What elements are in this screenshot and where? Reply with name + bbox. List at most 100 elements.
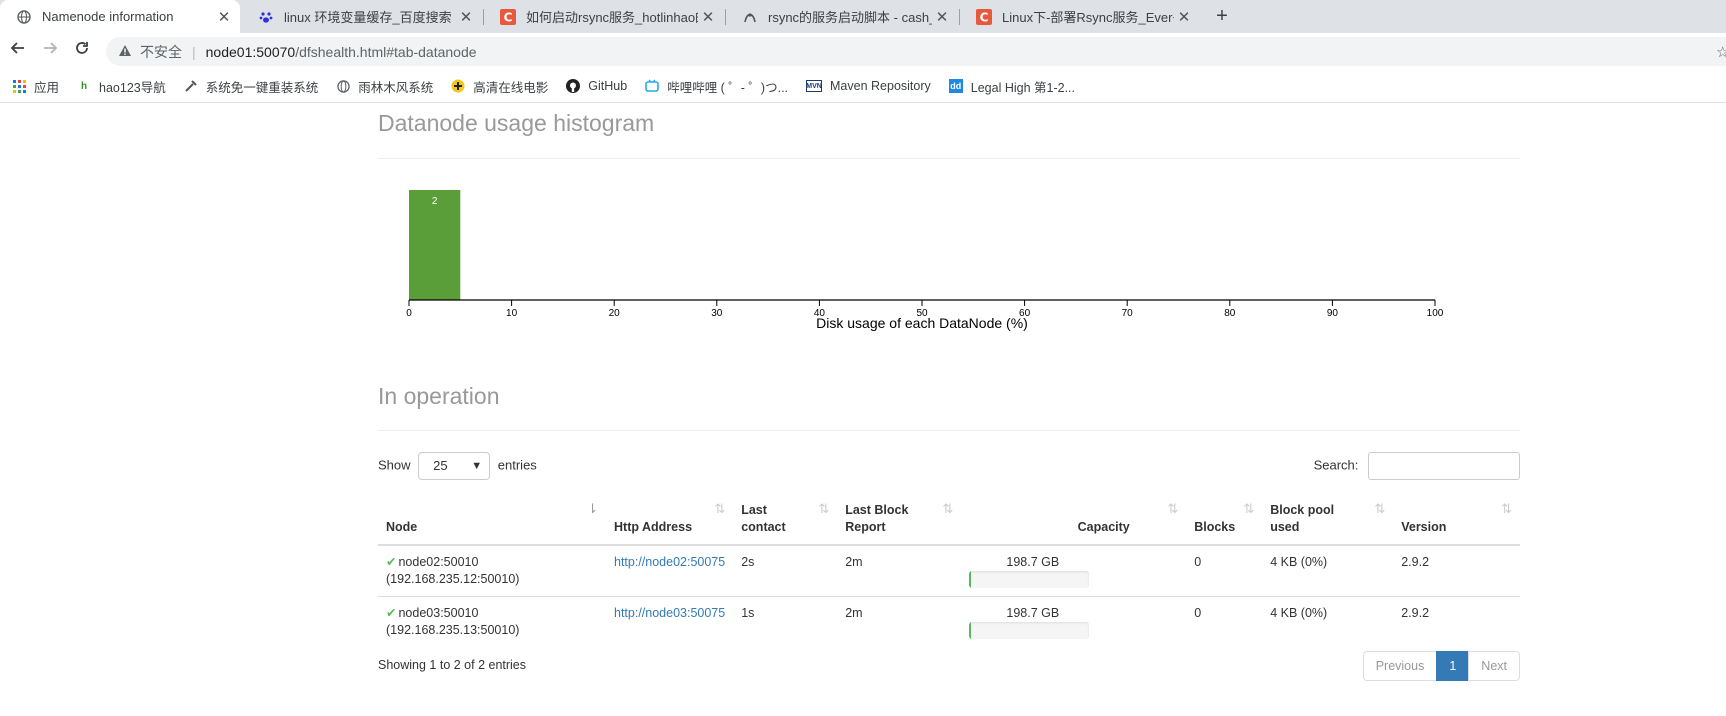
- x-axis-tick-label: 90: [1327, 308, 1339, 319]
- tab-csdn-deploy-rsync[interactable]: C Linux下-部署Rsync服务_Ever~z ✕: [960, 0, 1200, 33]
- csdn-icon: C: [976, 8, 992, 25]
- tab-title: Namenode information: [42, 9, 174, 24]
- bookmark-label: GitHub: [588, 79, 628, 93]
- entries-control: Show 25 ▼ entries: [378, 452, 537, 480]
- reload-button[interactable]: [70, 39, 94, 63]
- histogram-heading: Datanode usage histogram: [378, 110, 655, 136]
- reload-icon: [76, 42, 88, 54]
- tab-title: rsync的服务启动脚本 - cash_su: [768, 10, 932, 25]
- bookmark-hao123[interactable]: h hao123导航: [77, 77, 166, 96]
- bookmark-legal-high[interactable]: dd Legal High 第1-2...: [948, 77, 1075, 96]
- movie-icon: [451, 79, 465, 93]
- entries-select[interactable]: 25 ▼: [418, 452, 491, 480]
- node-cell: ✔ node03:50010 (192.168.235.13:50010): [378, 596, 606, 648]
- pool-used-cell: 4 KB (0%): [1262, 544, 1394, 597]
- col-http-address[interactable]: Http Address ⇅: [606, 494, 734, 546]
- sort-icon: ⇅: [818, 501, 830, 516]
- divider: [378, 158, 1520, 159]
- bookmark-ylmf[interactable]: 雨林木风系统: [336, 77, 433, 96]
- capacity-cell: 198.7 GB: [961, 596, 1187, 648]
- bookmark-label: 哔哩哔哩 ( ゜- ゜)つ...: [667, 80, 789, 95]
- forward-button[interactable]: [38, 39, 62, 63]
- http-address-link[interactable]: http://node02:50075: [614, 555, 725, 569]
- bookmark-label: Legal High 第1-2...: [970, 80, 1075, 95]
- search-input[interactable]: [1368, 452, 1520, 480]
- bookmark-hd-movies[interactable]: 高清在线电影: [451, 77, 548, 96]
- x-axis-label: Disk usage of each DataNode (%): [816, 315, 1028, 331]
- tab-cnblogs-rsync[interactable]: rsync的服务启动脚本 - cash_su ✕: [726, 0, 958, 33]
- x-axis-tick-label: 100: [1427, 308, 1444, 319]
- page-1-button[interactable]: 1: [1436, 651, 1470, 681]
- tool-icon: [184, 79, 198, 93]
- capacity-fill: [969, 622, 972, 640]
- cnblogs-icon: [742, 9, 758, 25]
- col-capacity[interactable]: Capacity ⇅: [961, 494, 1187, 546]
- pool-used-cell: 4 KB (0%): [1262, 596, 1394, 648]
- version-cell: 2.9.2: [1393, 596, 1520, 648]
- bookmark-maven[interactable]: MVN Maven Repository: [806, 79, 931, 93]
- omnibox-divider: |: [192, 43, 196, 60]
- bookmark-label: 应用: [34, 80, 60, 95]
- col-version[interactable]: Version ⇅: [1393, 494, 1520, 546]
- next-button[interactable]: Next: [1468, 651, 1520, 681]
- col-last-block-report[interactable]: Last Block Report ⇅: [837, 494, 962, 546]
- bookmark-star-icon[interactable]: ☆: [1716, 43, 1726, 61]
- version-cell: 2.9.2: [1393, 544, 1520, 597]
- last-contact-cell: 2s: [733, 544, 838, 597]
- close-icon[interactable]: ✕: [1174, 8, 1194, 26]
- close-icon[interactable]: ✕: [932, 8, 952, 26]
- bookmark-reinstall-system[interactable]: 系统免一键重装系统: [184, 77, 319, 96]
- http-address-link[interactable]: http://node03:50075: [614, 606, 725, 620]
- github-icon: [566, 79, 581, 93]
- col-last-contact[interactable]: Last contact ⇅: [733, 494, 838, 546]
- tab-csdn-rsync[interactable]: C 如何启动rsync服务_hotlinhao的 ✕: [484, 0, 724, 33]
- warning-icon[interactable]: [118, 44, 132, 60]
- tab-baidu-search[interactable]: linux 环境变量缓存_百度搜索 ✕: [242, 0, 482, 33]
- bookmark-label: Maven Repository: [830, 79, 931, 93]
- x-axis-tick-label: 70: [1122, 308, 1134, 319]
- sort-icon: ⇅: [1167, 501, 1179, 516]
- close-icon[interactable]: ✕: [698, 8, 718, 26]
- http-cell: http://node02:50075: [606, 544, 734, 597]
- back-button[interactable]: [6, 39, 30, 63]
- sort-icon: ⇅: [1501, 501, 1512, 516]
- sort-icon: ⇅: [714, 501, 726, 516]
- col-blocks[interactable]: Blocks ⇅: [1186, 494, 1263, 546]
- tab-title: 如何启动rsync服务_hotlinhao的: [526, 10, 698, 25]
- blocks-cell: 0: [1186, 596, 1263, 648]
- col-node[interactable]: Node ⇂: [378, 494, 606, 546]
- last-block-cell: 2m: [837, 596, 962, 648]
- url-path: /dfshealth.html#tab-datanode: [295, 43, 477, 60]
- bookmark-github[interactable]: GitHub: [566, 79, 627, 93]
- col-block-pool-used[interactable]: Block pool used ⇅: [1262, 494, 1394, 546]
- svg-text:C: C: [980, 10, 989, 24]
- tab-title: linux 环境变量缓存_百度搜索: [284, 10, 452, 25]
- hao123-icon: h: [80, 80, 88, 92]
- in-operation-heading: In operation: [378, 383, 500, 409]
- close-icon[interactable]: ✕: [214, 8, 234, 26]
- tab-namenode-information[interactable]: Namenode information ✕: [0, 0, 240, 33]
- x-axis-tick-label: 30: [711, 308, 723, 319]
- blocks-cell: 0: [1186, 544, 1263, 597]
- bookmark-apps[interactable]: 应用: [12, 77, 59, 96]
- new-tab-button[interactable]: +: [1210, 4, 1234, 28]
- previous-button[interactable]: Previous: [1362, 651, 1438, 681]
- address-bar[interactable]: 不安全 | node01:50070/dfshealth.html#tab-da…: [106, 37, 1726, 66]
- check-icon: ✔: [386, 555, 397, 569]
- pagination: Previous 1 Next: [1362, 651, 1520, 681]
- bookmark-label: 系统免一键重装系统: [205, 80, 319, 95]
- url-host: node01:50070: [205, 43, 296, 60]
- tab-title: Linux下-部署Rsync服务_Ever~z: [1002, 10, 1174, 25]
- http-cell: http://node03:50075: [606, 596, 734, 648]
- entries-label: entries: [497, 457, 537, 473]
- close-icon[interactable]: ✕: [456, 8, 476, 26]
- bilibili-icon: [645, 79, 659, 93]
- sort-icon: ⇅: [1243, 501, 1255, 516]
- bookmark-label: 高清在线电影: [473, 80, 549, 95]
- x-axis-tick-label: 80: [1224, 308, 1236, 319]
- insecure-label[interactable]: 不安全: [140, 42, 182, 62]
- bookmark-bilibili[interactable]: 哔哩哔哩 ( ゜- ゜)つ...: [645, 77, 788, 96]
- x-axis-tick-label: 20: [609, 308, 621, 319]
- apps-grid-icon: [12, 79, 26, 93]
- entries-value: 25: [433, 458, 448, 473]
